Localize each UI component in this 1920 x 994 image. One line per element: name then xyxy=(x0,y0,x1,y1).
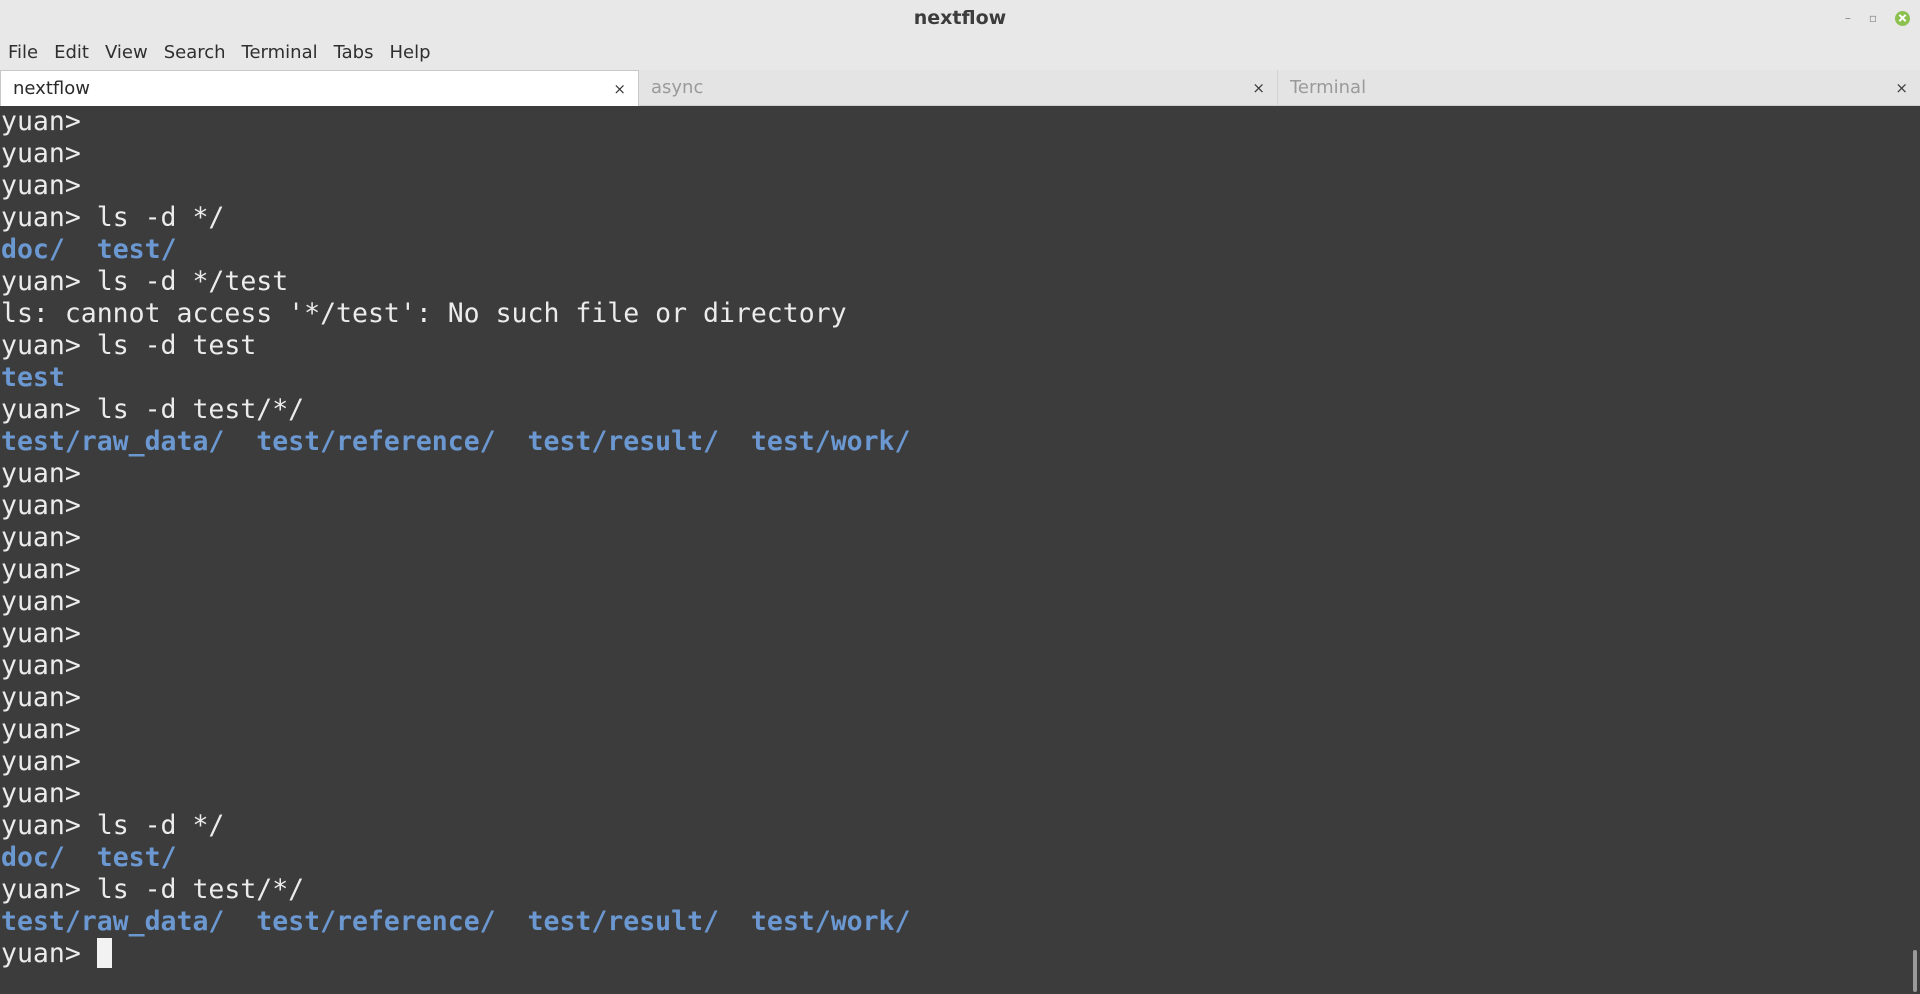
tab-close-icon[interactable]: × xyxy=(613,71,626,107)
prompt: yuan> xyxy=(1,266,97,297)
terminal-window: nextflow – ▫ File Edit View Search Termi… xyxy=(0,0,1920,994)
prompt-line: yuan> xyxy=(0,937,1906,970)
scrollbar[interactable] xyxy=(1906,106,1920,994)
window-controls: – ▫ xyxy=(1845,8,1910,28)
prompt-line: yuan> xyxy=(0,682,1906,714)
prompt: yuan> xyxy=(1,810,97,841)
directory-listing: doc/ test/ xyxy=(0,234,1906,266)
directory-listing: test xyxy=(0,362,1906,394)
prompt-line: yuan> xyxy=(0,586,1906,618)
directory-entry: test/reference/ xyxy=(256,906,496,937)
prompt: yuan> xyxy=(1,106,97,137)
menu-help[interactable]: Help xyxy=(381,36,438,70)
directory-entry: test/reference/ xyxy=(256,426,496,457)
menu-file[interactable]: File xyxy=(0,36,46,70)
prompt-line: yuan> xyxy=(0,522,1906,554)
prompt-line: yuan> ls -d test xyxy=(0,330,1906,362)
prompt: yuan> xyxy=(1,138,97,169)
menu-search[interactable]: Search xyxy=(156,36,234,70)
directory-listing: test/raw_data/ test/reference/ test/resu… xyxy=(0,426,1906,458)
prompt: yuan> xyxy=(1,330,97,361)
command-text: ls -d test/*/ xyxy=(96,394,305,425)
prompt-line: yuan> xyxy=(0,138,1906,170)
prompt-line: yuan> ls -d */test xyxy=(0,266,1906,298)
directory-entry: doc/ xyxy=(1,234,65,265)
prompt-line: yuan> xyxy=(0,490,1906,522)
minimize-icon[interactable]: – xyxy=(1845,10,1851,26)
prompt-line: yuan> xyxy=(0,458,1906,490)
directory-entry: doc/ xyxy=(1,842,65,873)
output-text: ls: cannot access '*/test': No such file… xyxy=(1,298,847,329)
prompt-line: yuan> xyxy=(0,650,1906,682)
menu-edit[interactable]: Edit xyxy=(46,36,97,70)
text-cursor xyxy=(96,937,112,968)
directory-entry: test/ xyxy=(96,842,177,873)
command-text: ls -d */ xyxy=(96,202,225,233)
menu-tabs[interactable]: Tabs xyxy=(326,36,382,70)
prompt: yuan> xyxy=(1,170,97,201)
directory-entry: test/result/ xyxy=(527,426,719,457)
prompt-line: yuan> ls -d */ xyxy=(0,202,1906,234)
prompt: yuan> xyxy=(1,746,97,777)
prompt-line: yuan> xyxy=(0,746,1906,778)
directory-entry: test/result/ xyxy=(527,906,719,937)
tab-bar: nextflow × async × Terminal × xyxy=(0,70,1920,106)
maximize-icon[interactable]: ▫ xyxy=(1869,10,1877,26)
prompt-line: yuan> ls -d test/*/ xyxy=(0,874,1906,906)
window-title: nextflow xyxy=(913,7,1007,29)
directory-entry: test/ xyxy=(96,234,177,265)
tab-async[interactable]: async × xyxy=(639,70,1278,106)
prompt: yuan> xyxy=(1,586,97,617)
directory-entry: test/raw_data/ xyxy=(1,426,225,457)
tab-terminal[interactable]: Terminal × xyxy=(1278,70,1920,106)
prompt: yuan> xyxy=(1,490,97,521)
close-window-icon[interactable] xyxy=(1895,10,1910,26)
prompt: yuan> xyxy=(1,650,97,681)
prompt: yuan> xyxy=(1,618,97,649)
scrollbar-thumb[interactable] xyxy=(1913,950,1917,992)
directory-listing: doc/ test/ xyxy=(0,842,1906,874)
directory-entry: test/work/ xyxy=(750,426,911,457)
title-bar[interactable]: nextflow – ▫ xyxy=(0,0,1920,36)
prompt: yuan> xyxy=(1,714,97,745)
prompt: yuan> xyxy=(1,874,97,905)
menu-bar: File Edit View Search Terminal Tabs Help xyxy=(0,36,1920,70)
prompt-line: yuan> xyxy=(0,554,1906,586)
tab-close-icon[interactable]: × xyxy=(1252,70,1265,106)
command-text: ls -d test xyxy=(96,330,257,361)
terminal-output[interactable]: yuan> yuan> yuan> yuan> ls -d */doc/ tes… xyxy=(0,106,1906,994)
command-text: ls -d */ xyxy=(96,810,225,841)
prompt-line: yuan> ls -d */ xyxy=(0,810,1906,842)
prompt-line: yuan> ls -d test/*/ xyxy=(0,394,1906,426)
prompt-line: yuan> xyxy=(0,106,1906,138)
prompt: yuan> xyxy=(1,202,97,233)
prompt: yuan> xyxy=(1,554,97,585)
command-text: ls -d */test xyxy=(96,266,289,297)
prompt: yuan> xyxy=(1,682,97,713)
prompt-line: yuan> xyxy=(0,170,1906,202)
prompt-line: yuan> xyxy=(0,618,1906,650)
prompt: yuan> xyxy=(1,458,97,489)
prompt-line: yuan> xyxy=(0,778,1906,810)
directory-entry: test/raw_data/ xyxy=(1,906,225,937)
tab-close-icon[interactable]: × xyxy=(1895,70,1908,106)
menu-view[interactable]: View xyxy=(97,36,156,70)
prompt: yuan> xyxy=(1,778,97,809)
prompt-line: yuan> xyxy=(0,714,1906,746)
prompt: yuan> xyxy=(1,938,97,969)
directory-entry: test/work/ xyxy=(750,906,911,937)
tab-label: Terminal xyxy=(1290,77,1367,98)
command-text: ls -d test/*/ xyxy=(96,874,305,905)
output-line: ls: cannot access '*/test': No such file… xyxy=(0,298,1906,330)
prompt: yuan> xyxy=(1,394,97,425)
tab-label: nextflow xyxy=(13,78,90,99)
directory-listing: test/raw_data/ test/reference/ test/resu… xyxy=(0,906,1906,938)
tab-label: async xyxy=(651,77,704,98)
directory-entry: test xyxy=(1,362,65,393)
tab-nextflow[interactable]: nextflow × xyxy=(0,70,639,106)
prompt: yuan> xyxy=(1,522,97,553)
menu-terminal[interactable]: Terminal xyxy=(234,36,326,70)
